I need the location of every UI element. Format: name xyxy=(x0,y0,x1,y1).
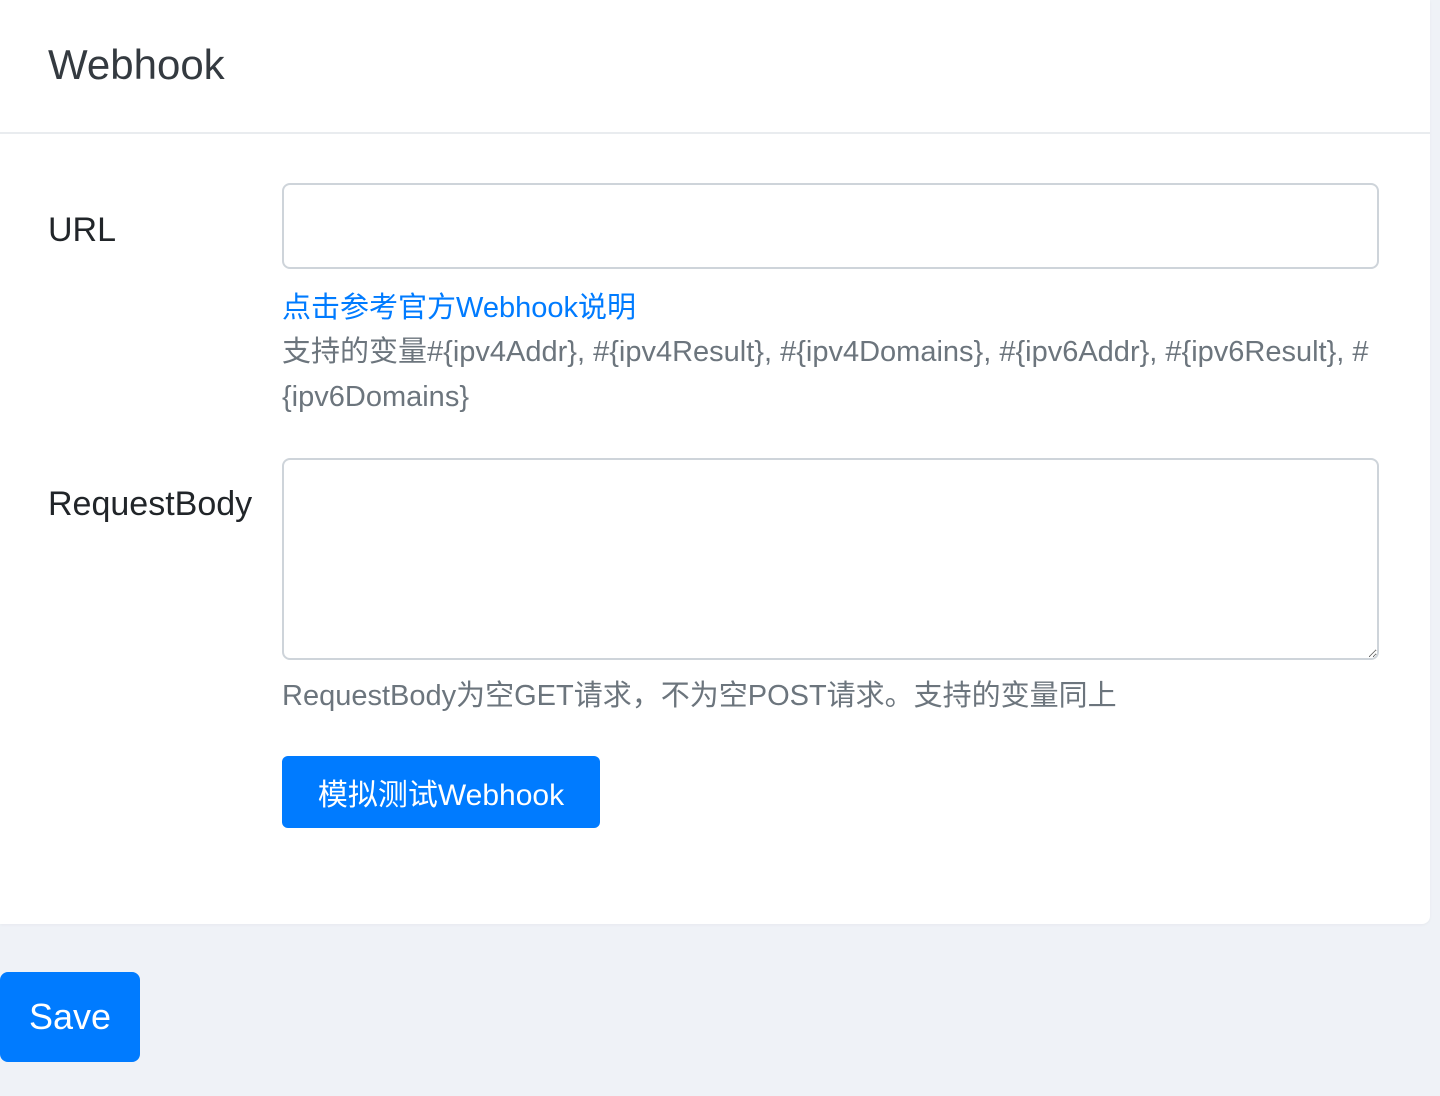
webhook-card: Webhook URL 点击参考官方Webhook说明 支持的变量#{ipv4A… xyxy=(0,0,1430,924)
supported-variables-text: 支持的变量#{ipv4Addr}, #{ipv4Result}, #{ipv4D… xyxy=(282,336,1369,413)
url-input[interactable] xyxy=(282,183,1379,269)
request-body-help-text: RequestBody为空GET请求，不为空POST请求。支持的变量同上 xyxy=(282,680,1117,712)
card-header: Webhook xyxy=(0,0,1430,134)
webhook-docs-link[interactable]: 点击参考官方Webhook说明 xyxy=(282,288,636,328)
test-webhook-button[interactable]: 模拟测试Webhook xyxy=(282,756,600,828)
request-body-textarea[interactable] xyxy=(282,458,1379,660)
card-title: Webhook xyxy=(48,41,225,88)
request-body-label: RequestBody xyxy=(48,485,253,523)
save-button[interactable]: Save xyxy=(0,972,140,1062)
url-label: URL xyxy=(48,211,117,249)
